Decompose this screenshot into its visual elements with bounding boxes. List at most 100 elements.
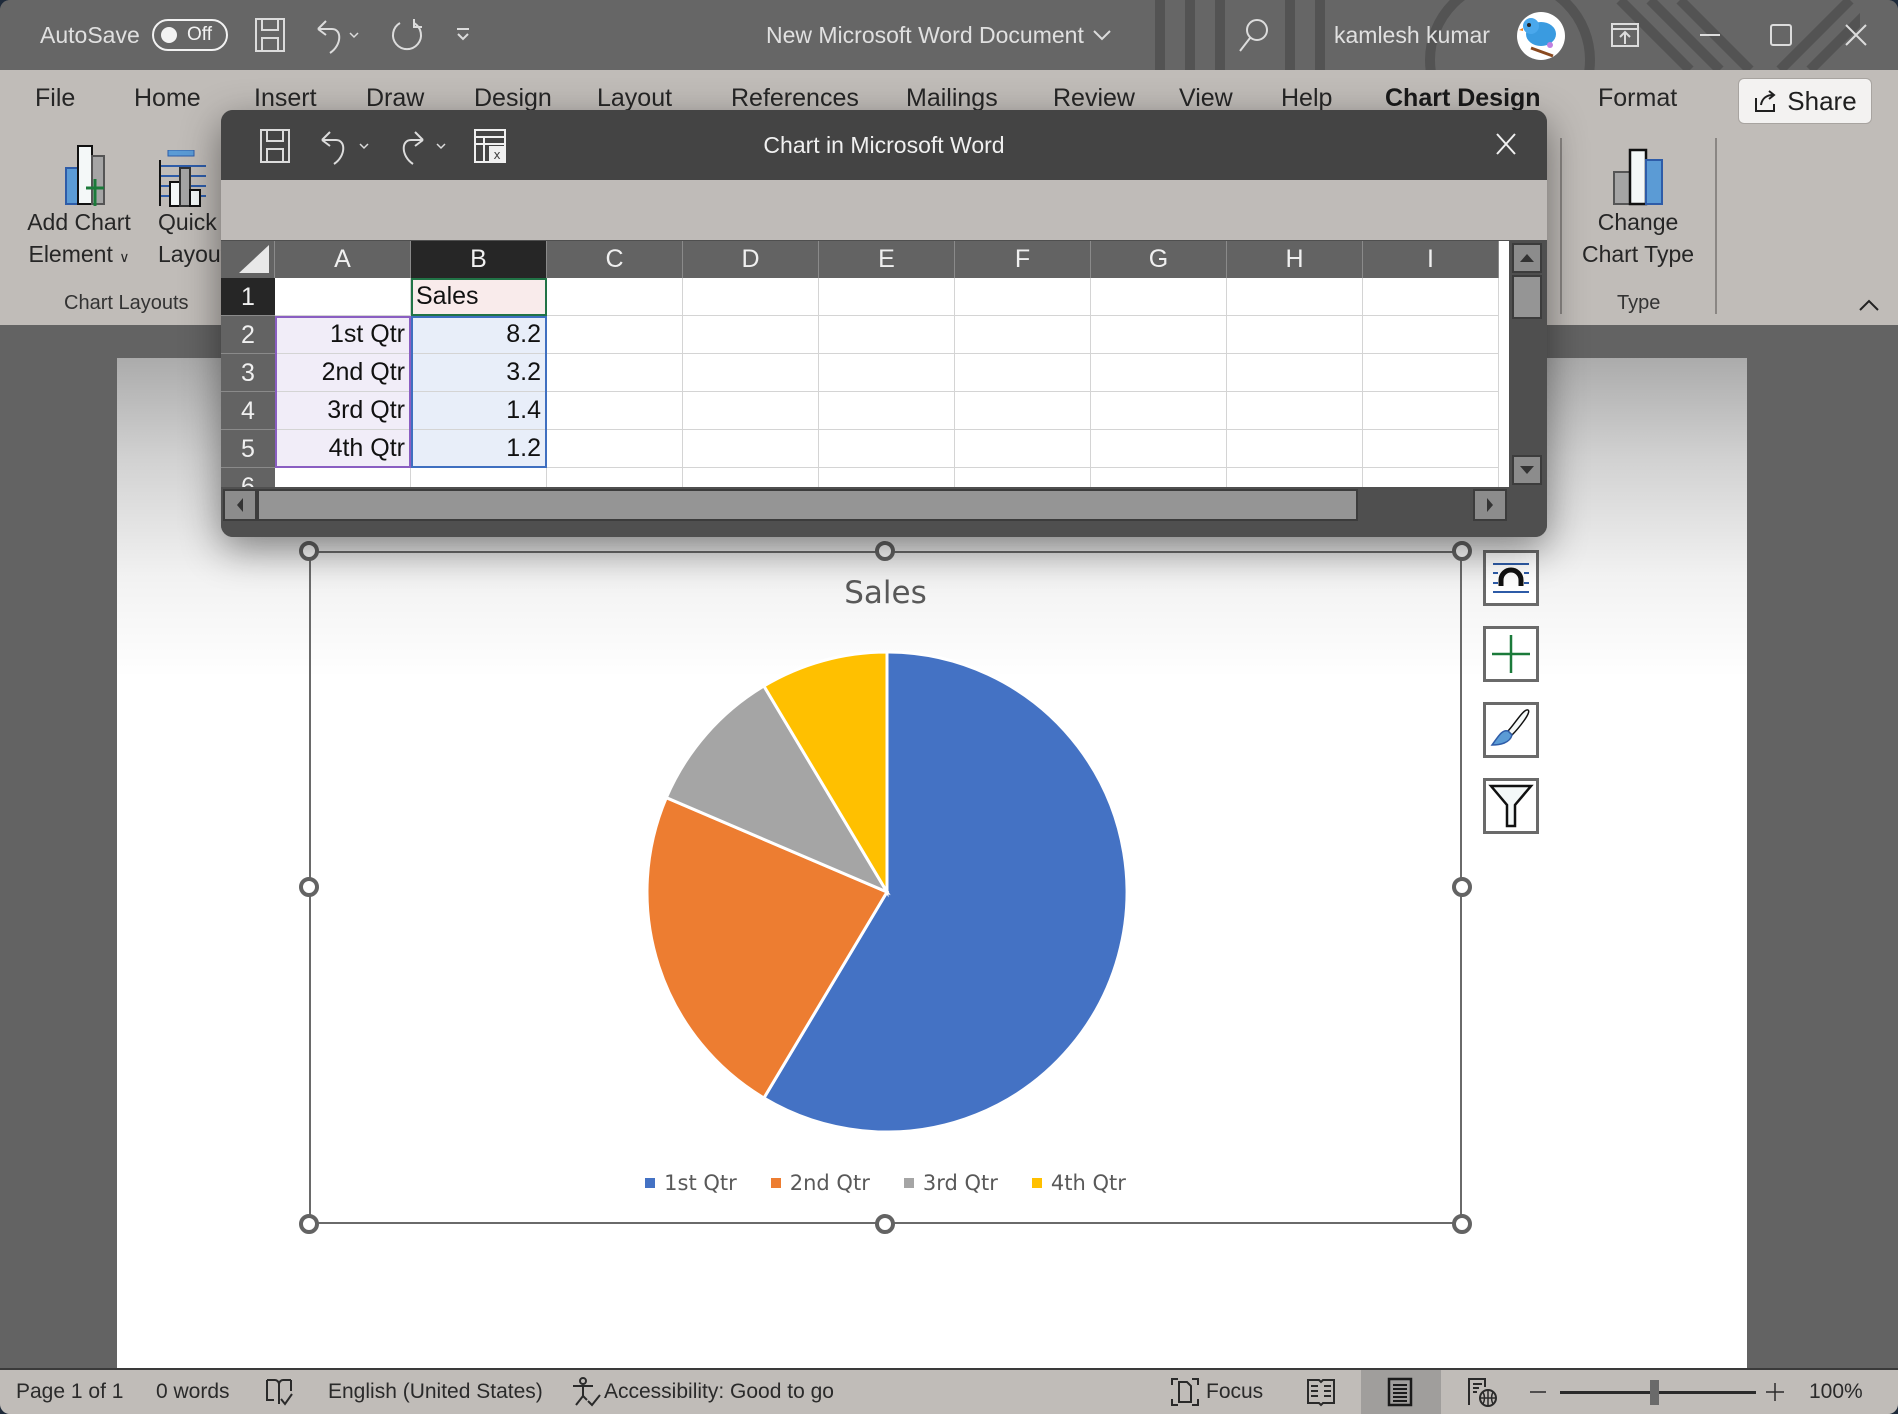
tab-view[interactable]: View <box>1179 84 1233 113</box>
redo-button[interactable] <box>388 0 426 70</box>
chart-filters-button[interactable] <box>1483 778 1539 834</box>
cell-f4[interactable] <box>955 392 1091 430</box>
scroll-down-button[interactable] <box>1512 455 1542 485</box>
cell-a5[interactable]: 4th Qtr <box>275 430 411 468</box>
chart-legend[interactable]: 1st Qtr 2nd Qtr 3rd Qtr 4th Qtr <box>311 1171 1460 1195</box>
chart-elements-button[interactable] <box>1483 626 1539 682</box>
maximize-button[interactable] <box>1770 0 1792 70</box>
scroll-right-button[interactable] <box>1473 489 1507 521</box>
cell-c1[interactable] <box>547 278 683 316</box>
resize-handle-top[interactable] <box>875 541 895 561</box>
cell-c3[interactable] <box>547 354 683 392</box>
cell-h4[interactable] <box>1227 392 1363 430</box>
row-header-3[interactable]: 3 <box>221 354 275 392</box>
word-count[interactable]: 0 words <box>156 1370 230 1414</box>
save-button[interactable] <box>254 0 286 70</box>
layout-options-button[interactable] <box>1483 550 1539 606</box>
tab-design[interactable]: Design <box>474 84 552 113</box>
cell-e5[interactable] <box>819 430 955 468</box>
page-count[interactable]: Page 1 of 1 <box>16 1370 123 1414</box>
column-header-d[interactable]: D <box>683 241 819 278</box>
spreadsheet-grid[interactable]: A B C D E F G H I 1 Sales 2 1st Qtr 8.2 3 2nd Qtr 3.2 4 3r… <box>221 241 1509 487</box>
cell-d2[interactable] <box>683 316 819 354</box>
cell-e6[interactable] <box>819 468 955 487</box>
cell-a1[interactable] <box>275 278 411 316</box>
scroll-left-button[interactable] <box>223 489 257 521</box>
chart-frame[interactable]: Sales 1st Qtr 2nd Qtr 3rd Qtr 4th Qtr <box>309 551 1462 1224</box>
tab-references[interactable]: References <box>731 84 859 113</box>
cell-c2[interactable] <box>547 316 683 354</box>
close-window-button[interactable] <box>1845 0 1867 70</box>
dialog-close-button[interactable] <box>1495 132 1517 161</box>
column-header-a[interactable]: A <box>275 241 411 278</box>
cell-g3[interactable] <box>1091 354 1227 392</box>
cell-a3[interactable]: 2nd Qtr <box>275 354 411 392</box>
cell-f1[interactable] <box>955 278 1091 316</box>
cell-e1[interactable] <box>819 278 955 316</box>
proofing-button[interactable] <box>264 1370 294 1414</box>
cell-c5[interactable] <box>547 430 683 468</box>
document-title[interactable]: New Microsoft Word Document <box>766 0 1114 70</box>
row-header-5[interactable]: 5 <box>221 430 275 468</box>
horizontal-scroll-thumb[interactable] <box>257 489 1358 521</box>
zoom-slider-thumb[interactable] <box>1650 1380 1659 1405</box>
cell-h3[interactable] <box>1227 354 1363 392</box>
column-header-c[interactable]: C <box>547 241 683 278</box>
cell-f5[interactable] <box>955 430 1091 468</box>
cell-e3[interactable] <box>819 354 955 392</box>
cell-h1[interactable] <box>1227 278 1363 316</box>
cell-b6[interactable] <box>411 468 547 487</box>
cell-a6[interactable] <box>275 468 411 487</box>
cell-f2[interactable] <box>955 316 1091 354</box>
column-header-g[interactable]: G <box>1091 241 1227 278</box>
cell-b4[interactable]: 1.4 <box>411 392 547 430</box>
tab-draw[interactable]: Draw <box>366 84 424 113</box>
cell-d3[interactable] <box>683 354 819 392</box>
tab-mailings[interactable]: Mailings <box>906 84 998 113</box>
tab-layout[interactable]: Layout <box>597 84 672 113</box>
cell-b2[interactable]: 8.2 <box>411 316 547 354</box>
resize-handle-bottom-right[interactable] <box>1452 1214 1472 1234</box>
tab-insert[interactable]: Insert <box>254 84 317 113</box>
cell-f6[interactable] <box>955 468 1091 487</box>
language[interactable]: English (United States) <box>328 1370 543 1414</box>
row-header-6[interactable]: 6 <box>221 468 275 487</box>
cell-b3[interactable]: 3.2 <box>411 354 547 392</box>
resize-handle-bottom-left[interactable] <box>299 1214 319 1234</box>
row-header-1[interactable]: 1 <box>221 278 275 316</box>
cell-i6[interactable] <box>1363 468 1499 487</box>
focus-mode-button[interactable]: Focus <box>1170 1370 1263 1414</box>
customize-qat-button[interactable] <box>454 0 472 70</box>
web-layout-button[interactable] <box>1466 1370 1498 1414</box>
cell-a4[interactable]: 3rd Qtr <box>275 392 411 430</box>
cell-e2[interactable] <box>819 316 955 354</box>
cell-i4[interactable] <box>1363 392 1499 430</box>
ribbon-display-options-button[interactable] <box>1611 0 1639 70</box>
cell-g2[interactable] <box>1091 316 1227 354</box>
quick-layout-button[interactable]: Quick Layout <box>140 140 230 310</box>
cell-g5[interactable] <box>1091 430 1227 468</box>
column-header-f[interactable]: F <box>955 241 1091 278</box>
vertical-scrollbar[interactable] <box>1509 241 1547 487</box>
resize-handle-bottom[interactable] <box>875 1214 895 1234</box>
zoom-out-button[interactable] <box>1530 1370 1546 1414</box>
collapse-ribbon-button[interactable] <box>1858 298 1880 317</box>
cell-f3[interactable] <box>955 354 1091 392</box>
select-all-corner[interactable] <box>221 241 275 278</box>
autosave-toggle[interactable]: Off <box>152 19 228 51</box>
cell-b5[interactable]: 1.2 <box>411 430 547 468</box>
change-chart-type-button[interactable]: Change Chart Type <box>1568 140 1708 290</box>
horizontal-scrollbar[interactable] <box>221 487 1547 537</box>
tab-help[interactable]: Help <box>1281 84 1332 113</box>
zoom-level[interactable]: 100% <box>1809 1370 1863 1414</box>
search-button[interactable] <box>1236 0 1270 70</box>
cell-d6[interactable] <box>683 468 819 487</box>
tab-chart-design[interactable]: Chart Design <box>1385 84 1541 113</box>
zoom-in-button[interactable] <box>1766 1370 1784 1414</box>
column-header-h[interactable]: H <box>1227 241 1363 278</box>
minimize-button[interactable] <box>1700 0 1720 70</box>
accessibility-status[interactable]: Accessibility: Good to go <box>570 1370 834 1414</box>
tab-format[interactable]: Format <box>1598 84 1677 113</box>
read-mode-button[interactable] <box>1306 1370 1336 1414</box>
print-layout-button[interactable] <box>1386 1370 1414 1414</box>
